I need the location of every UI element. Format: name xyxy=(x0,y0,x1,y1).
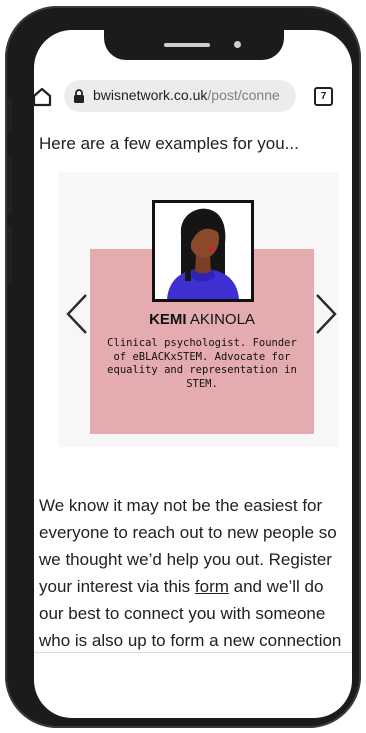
phone-frame: bwisnetwork.co.uk/post/conne 7 Here are … xyxy=(5,6,361,728)
paragraph-line: We know it may not be the easiest for xyxy=(39,496,323,515)
mute-button xyxy=(7,98,12,132)
tab-switcher-button[interactable]: 7 xyxy=(314,87,333,106)
paragraph-line: your interest via this form and we’ll do xyxy=(39,573,352,600)
form-link[interactable]: form xyxy=(195,577,229,596)
paragraph-line: who is also up to form a new connection xyxy=(39,631,342,650)
home-icon[interactable] xyxy=(34,86,52,108)
intro-text: Here are a few examples for you... xyxy=(39,134,299,153)
profile-bio-line: of eBLACKxSTEM. Advocate for xyxy=(113,350,291,363)
profile-bio-line: equality and representation in xyxy=(107,364,297,376)
profile-portrait xyxy=(152,200,254,302)
volume-down-button xyxy=(7,226,12,284)
browser-toolbar: bwisnetwork.co.uk/post/conne 7 xyxy=(34,76,352,118)
carousel-prev-arrow-icon[interactable] xyxy=(64,292,90,336)
register-paragraph: We know it may not be the easiest for ev… xyxy=(39,492,352,654)
paragraph-text: and we’ll do xyxy=(228,577,324,596)
profile-bio-line: STEM. xyxy=(186,377,218,390)
volume-up-button xyxy=(7,156,12,214)
front-camera xyxy=(234,41,241,48)
lock-icon xyxy=(74,89,84,103)
divider xyxy=(34,652,352,653)
paragraph-line: our best to connect you with someone xyxy=(39,604,326,623)
profile-last-name: AKINOLA xyxy=(189,311,255,328)
woman-illustration-icon xyxy=(167,208,239,299)
phone-screen: bwisnetwork.co.uk/post/conne 7 Here are … xyxy=(34,30,352,718)
paragraph-line: we thought we’d help you out. Register xyxy=(39,550,332,569)
url-text: bwisnetwork.co.uk/post/conne xyxy=(93,87,280,103)
address-bar[interactable]: bwisnetwork.co.uk/post/conne xyxy=(64,80,296,112)
url-domain: bwisnetwork.co.uk xyxy=(93,87,208,103)
notch xyxy=(104,30,284,60)
profile-bio-line: Clinical psychologist. Founder xyxy=(107,337,297,349)
speaker xyxy=(164,43,210,47)
paragraph-line: everyone to reach out to new people so xyxy=(39,523,337,542)
profile-bio: Clinical psychologist. Founder of eBLACK… xyxy=(100,337,304,391)
url-path: /post/conne xyxy=(207,87,280,103)
carousel-next-arrow-icon[interactable] xyxy=(313,292,339,336)
paragraph-text: your interest via this xyxy=(39,577,195,596)
profile-first-name: KEMI xyxy=(149,311,187,328)
profile-name: KEMI AKINOLA xyxy=(90,311,314,328)
